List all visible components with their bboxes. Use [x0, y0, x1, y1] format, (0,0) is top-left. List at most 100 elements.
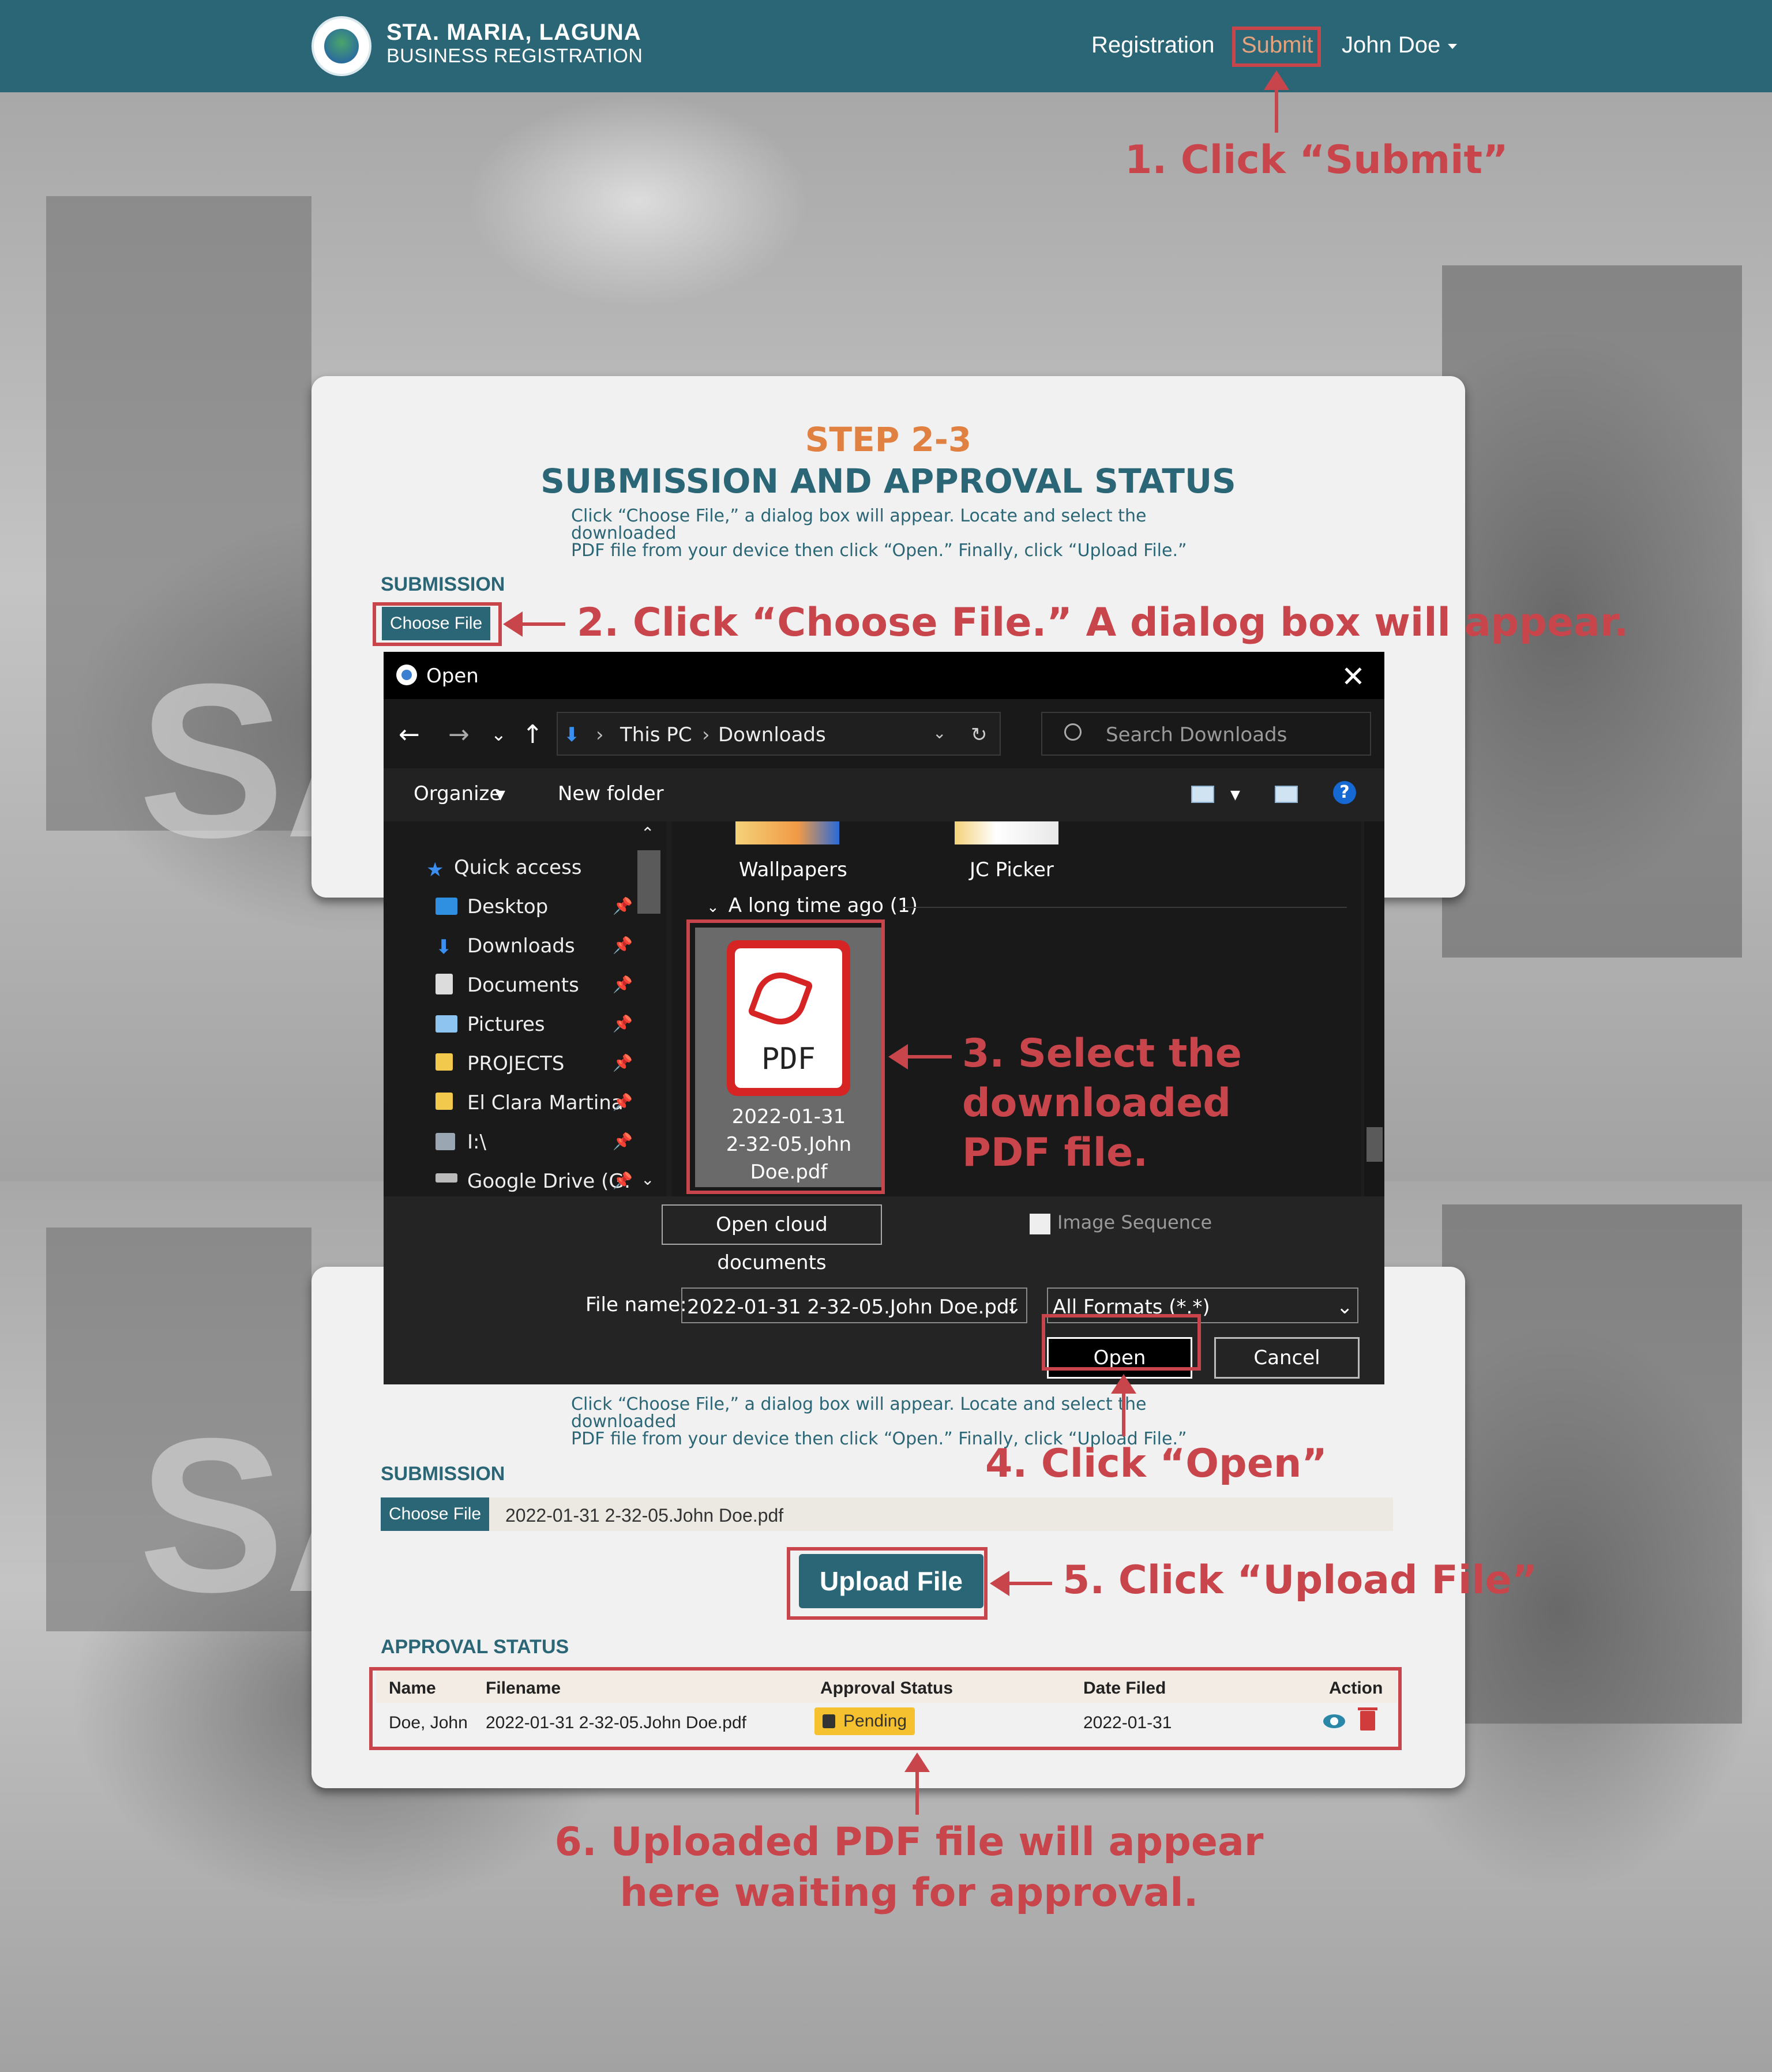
breadcrumb-downloads[interactable]: Downloads — [718, 723, 826, 746]
search-box[interactable]: Search Downloads — [1041, 712, 1371, 756]
arrowhead-2 — [503, 611, 523, 637]
download-arrow-icon: ⬇ — [564, 723, 580, 746]
download-icon: ⬇ — [436, 936, 452, 959]
sidebar-chevron-up-icon[interactable]: ⌃ — [641, 824, 654, 843]
cancel-button[interactable]: Cancel — [1214, 1337, 1360, 1379]
arrow-6 — [915, 1769, 919, 1815]
recent-chevron-icon[interactable]: ⌄ — [491, 723, 506, 745]
preview-pane-icon[interactable] — [1275, 786, 1298, 803]
brand-title[interactable]: STA. MARIA, LAGUNA — [386, 20, 641, 46]
annotation-6-line2: here waiting for approval. — [620, 1870, 1199, 1916]
dialog-footer: Open cloud documents Image Sequence File… — [384, 1196, 1384, 1384]
sidebar-item-documents[interactable]: Documents — [467, 974, 579, 997]
nav-user-menu[interactable]: John Doe — [1342, 32, 1440, 58]
organize-chevron-icon[interactable]: ▼ — [495, 788, 505, 802]
pin-icon[interactable]: 📌 — [613, 1132, 633, 1151]
content-scrollbar[interactable] — [1364, 821, 1384, 1196]
highlight-pdf-file — [686, 919, 885, 1194]
highlight-choose-file — [373, 602, 502, 646]
nav-registration[interactable]: Registration — [1091, 32, 1214, 58]
new-folder-button[interactable]: New folder — [558, 782, 664, 805]
organize-menu[interactable]: Organize — [414, 782, 501, 805]
sidebar-item-google-drive[interactable]: Google Drive (G: — [467, 1170, 630, 1193]
card-title: SUBMISSION AND APPROVAL STATUS — [540, 461, 1236, 501]
group-chevron-icon: ⌄ — [707, 899, 719, 916]
instructions-line1: Click “Choose File,” a dialog box will a… — [571, 1394, 1147, 1432]
dialog-title: Open — [426, 665, 479, 688]
pin-icon[interactable]: 📌 — [613, 975, 633, 994]
folder-wallpapers-icon[interactable] — [735, 821, 839, 844]
annotation-3: 3. Select the downloaded PDF file. — [962, 1029, 1242, 1178]
dialog-toolbar: Organize ▼ New folder ▼ ? — [384, 768, 1384, 821]
up-arrow-icon[interactable]: ↑ — [522, 720, 543, 749]
sidebar-scrollbar[interactable] — [637, 850, 660, 914]
arrow-5 — [1008, 1582, 1052, 1585]
chevron-down-icon[interactable]: ⌄ — [1336, 1296, 1353, 1319]
folder-wallpapers-label[interactable]: Wallpapers — [739, 858, 847, 881]
scrollbar-thumb[interactable] — [1366, 1127, 1383, 1162]
folder-jc-picker-icon[interactable] — [955, 821, 1058, 844]
refresh-icon[interactable]: ↻ — [971, 723, 988, 746]
arrowhead-6 — [904, 1752, 930, 1772]
pin-icon[interactable]: 📌 — [613, 1093, 633, 1112]
annotation-6: 6. Uploaded PDF file will appear here wa… — [23, 1817, 1772, 1919]
highlight-submit — [1232, 27, 1321, 67]
open-cloud-documents-button[interactable]: Open cloud documents — [662, 1204, 882, 1274]
sidebar-item-projects[interactable]: PROJECTS — [467, 1052, 565, 1075]
help-icon[interactable]: ? — [1333, 781, 1356, 804]
group-header[interactable]: ⌄ A long time ago (1) — [707, 894, 918, 917]
sidebar-item-quick-access[interactable]: Quick access — [454, 856, 582, 879]
address-bar[interactable]: ⬇ › This PC › Downloads ⌄ ↻ — [557, 712, 1001, 756]
step-label: STEP 2-3 — [805, 420, 972, 459]
address-dropdown-icon[interactable]: ⌄ — [933, 723, 946, 742]
arrow-3 — [906, 1055, 952, 1058]
view-options-icon[interactable] — [1191, 786, 1214, 803]
sidebar-item-downloads[interactable]: Downloads — [467, 934, 575, 958]
app-icon — [396, 665, 417, 685]
sidebar-chevron-down-icon[interactable]: ⌄ — [641, 1170, 654, 1189]
search-icon — [1064, 723, 1082, 741]
image-sequence-checkbox[interactable] — [1030, 1214, 1050, 1234]
folder-icon — [436, 1053, 453, 1071]
brand-subtitle[interactable]: BUSINESS REGISTRATION — [386, 45, 643, 67]
document-icon — [436, 974, 453, 994]
file-input[interactable]: Choose File 2022-01-31 2-32-05.John Doe.… — [381, 1497, 1393, 1531]
instructions-line1: Click “Choose File,” a dialog box will a… — [571, 506, 1147, 543]
chevron-down-icon[interactable]: ⌄ — [1005, 1296, 1022, 1319]
forward-arrow-icon[interactable]: → — [448, 720, 470, 749]
folder-jc-picker-label[interactable]: JC Picker — [970, 858, 1054, 881]
chevron-down-icon[interactable] — [1448, 44, 1457, 49]
pin-icon[interactable]: 📌 — [613, 936, 633, 955]
choose-file-button[interactable]: Choose File — [381, 1497, 490, 1531]
sidebar-item-el-clara-martina[interactable]: El Clara Martina — [467, 1091, 624, 1114]
network-drive-icon — [436, 1133, 455, 1150]
municipal-seal-logo[interactable] — [311, 16, 371, 76]
drive-icon — [436, 1173, 457, 1183]
arrow-4 — [1122, 1390, 1125, 1436]
close-icon[interactable]: ✕ — [1341, 660, 1365, 693]
annotation-2: 2. Click “Choose File.” A dialog box wil… — [577, 600, 1629, 645]
highlight-upload-button — [787, 1547, 988, 1620]
pin-icon[interactable]: 📌 — [613, 1014, 633, 1033]
sidebar-item-pictures[interactable]: Pictures — [467, 1013, 545, 1036]
instructions-line2: PDF file from your device then click “Op… — [571, 540, 1187, 561]
annotation-1: 1. Click “Submit” — [1125, 137, 1508, 183]
sidebar-item-i-drive[interactable]: I:\ — [467, 1131, 486, 1154]
file-name-input[interactable]: 2022-01-31 2-32-05.John Doe.pdf ⌄ — [681, 1288, 1027, 1323]
pin-icon[interactable]: 📌 — [613, 896, 633, 915]
instructions: Click “Choose File,” a dialog box will a… — [571, 508, 1206, 560]
arrowhead-1 — [1264, 70, 1289, 90]
pin-icon[interactable]: 📌 — [613, 1053, 633, 1072]
breadcrumb-this-pc[interactable]: This PC — [620, 723, 692, 746]
back-arrow-icon[interactable]: ← — [399, 720, 420, 749]
sidebar-item-desktop[interactable]: Desktop — [467, 895, 548, 918]
file-name-label: File name: — [585, 1293, 687, 1316]
annotation-6-line1: 6. Uploaded PDF file will appear — [554, 1819, 1264, 1865]
search-placeholder: Search Downloads — [1106, 723, 1287, 746]
annotation-3-line3: PDF file. — [962, 1130, 1148, 1176]
pin-icon[interactable]: 📌 — [613, 1171, 633, 1190]
section-submission: SUBMISSION — [381, 1463, 505, 1485]
group-label: A long time ago (1) — [728, 894, 918, 917]
pictures-icon — [436, 1015, 457, 1033]
view-chevron-icon[interactable]: ▼ — [1230, 788, 1240, 802]
